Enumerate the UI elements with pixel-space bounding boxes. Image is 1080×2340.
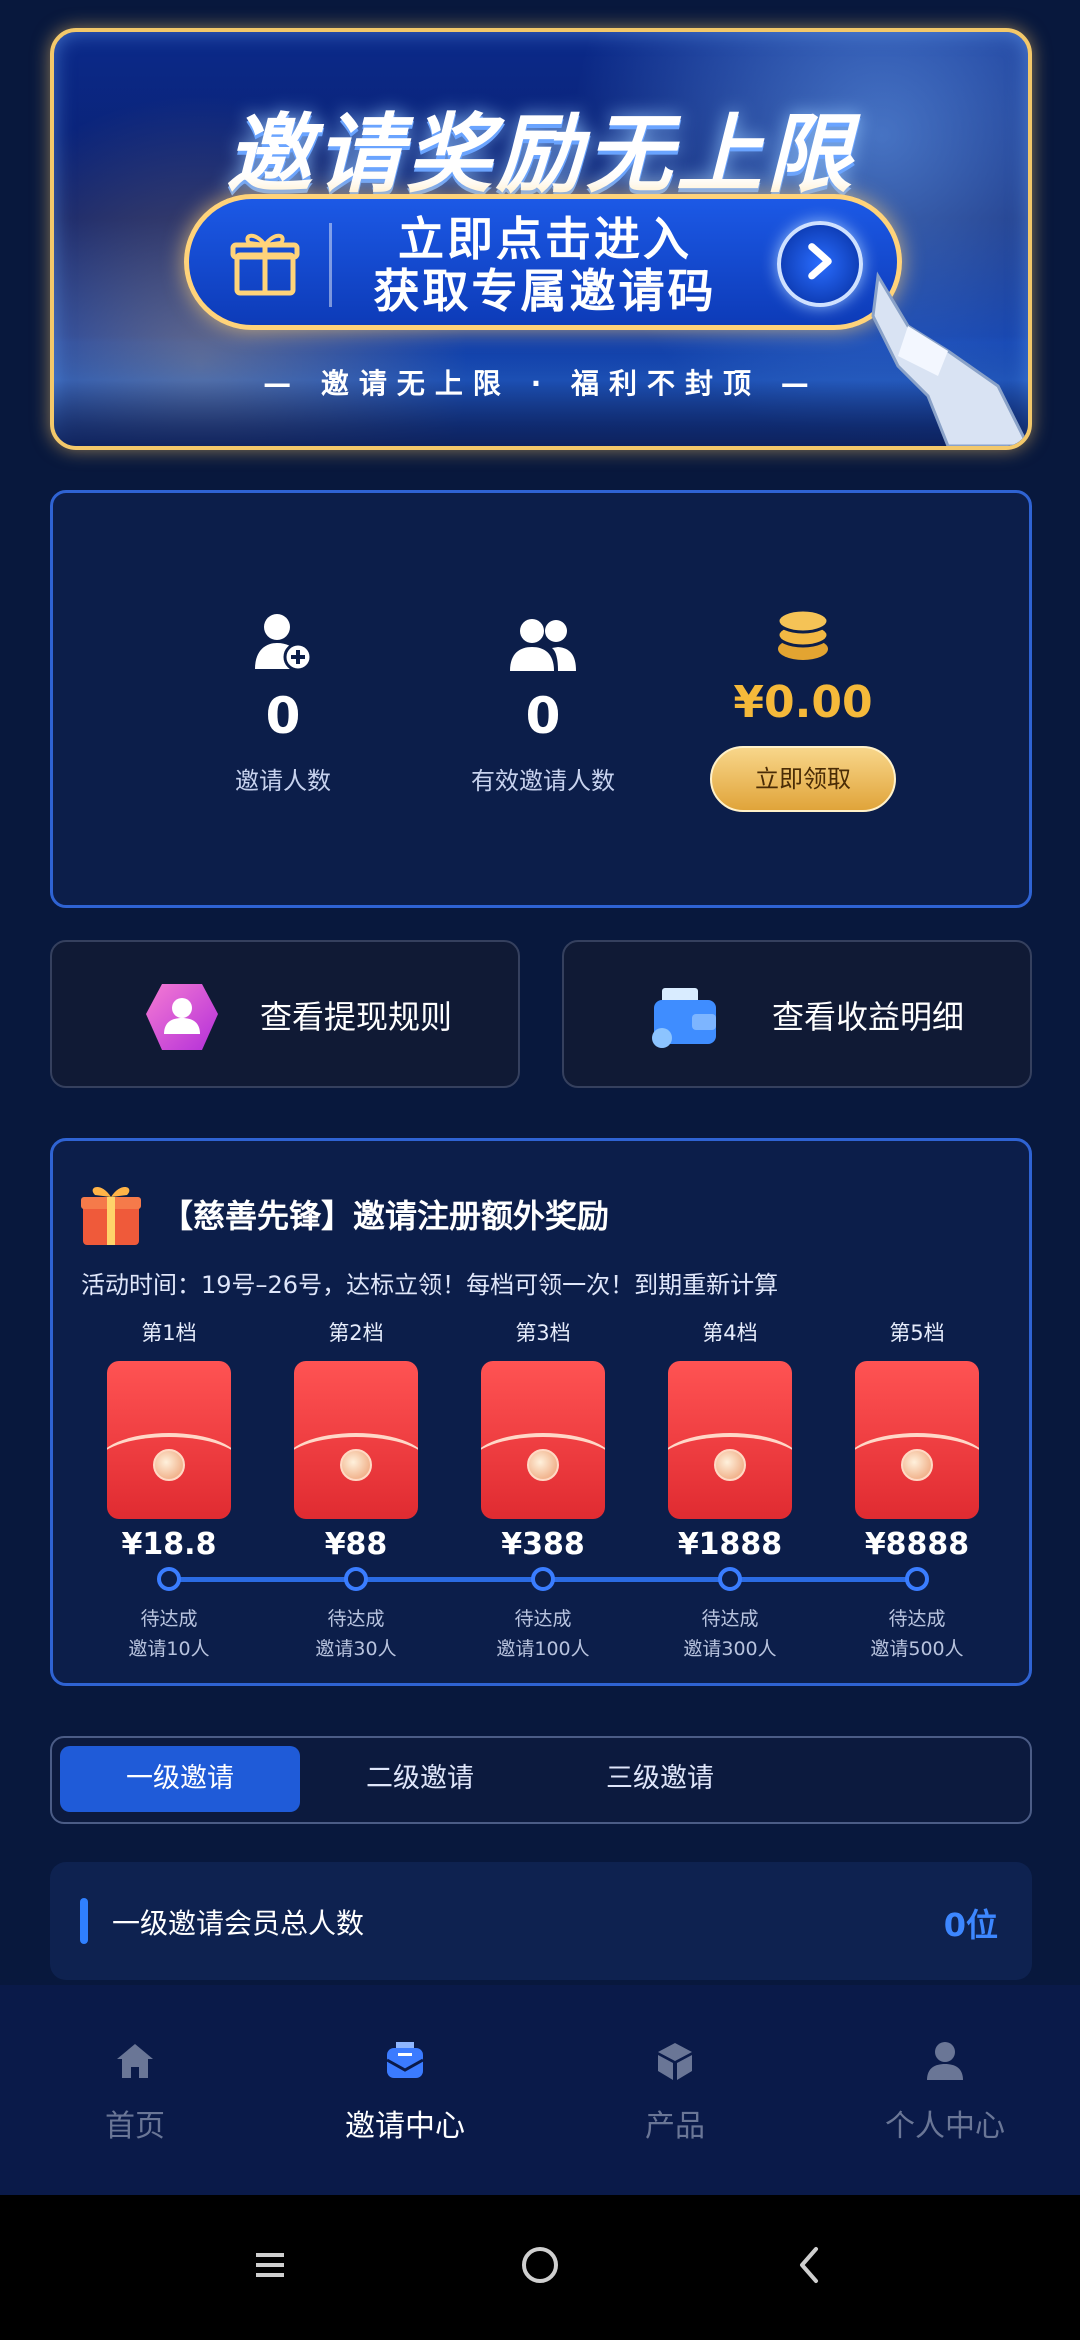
reward-tier-5[interactable]: 第5档 ¥8888 待达成 邀请500人 xyxy=(847,1317,987,1664)
valid-invites-label: 有效邀请人数 xyxy=(471,767,615,795)
valid-invites-count: 0 xyxy=(525,687,561,745)
red-envelope-icon xyxy=(481,1361,605,1519)
invites-count: 0 xyxy=(265,687,301,745)
red-envelope-icon xyxy=(294,1361,418,1519)
tier-label: 第5档 xyxy=(889,1321,945,1345)
tier-label: 第2档 xyxy=(328,1321,384,1345)
tier-requirement: 邀请300人 xyxy=(683,1638,777,1660)
pill-divider xyxy=(329,223,332,307)
tier-requirement: 邀请10人 xyxy=(128,1638,210,1660)
pill-text: 立即点击进入 获取专属邀请码 xyxy=(365,213,725,317)
bonus-reward-card: 【慈善先锋】邀请注册额外奖励 活动时间：19号–26号，达标立领！每档可领一次！… xyxy=(50,1138,1032,1686)
home-icon xyxy=(117,2044,153,2078)
tier-status: 待达成 xyxy=(514,1608,572,1630)
tier-requirement: 邀请30人 xyxy=(315,1638,397,1660)
withdraw-rules-button[interactable]: 查看提现规则 xyxy=(50,940,520,1088)
invite-banner[interactable]: 邀请奖励无上限 立即点击进入 获取专属邀请码 — 邀请无上限 · 福利不封顶 — xyxy=(50,28,1032,450)
users-icon xyxy=(510,619,576,671)
tier-status: 待达成 xyxy=(701,1608,759,1630)
cta-line-2: 获取专属邀请码 xyxy=(373,264,717,318)
red-envelope-icon xyxy=(107,1361,231,1519)
tier-requirement: 邀请500人 xyxy=(870,1638,964,1660)
menu-icon[interactable] xyxy=(240,2235,300,2295)
nav-products[interactable]: 产品 xyxy=(540,2035,810,2145)
tier-status: 待达成 xyxy=(888,1608,946,1630)
reward-title: 【慈善先锋】邀请注册额外奖励 xyxy=(161,1197,610,1235)
tier-amount: ¥8888 xyxy=(864,1527,970,1562)
tier-label: 第3档 xyxy=(515,1321,571,1345)
rules-badge-icon xyxy=(146,984,218,1050)
nav-profile-label: 个人中心 xyxy=(885,2109,1005,2144)
nav-invite-label: 邀请中心 xyxy=(345,2109,465,2144)
box-icon xyxy=(658,2043,692,2080)
earnings-amount: ¥0.00 xyxy=(733,677,873,728)
tier-amount: ¥88 xyxy=(324,1527,388,1562)
tier-label: 第4档 xyxy=(702,1321,758,1345)
earnings-detail-label: 查看收益明细 xyxy=(772,998,965,1036)
member-total-label: 一级邀请会员总人数 xyxy=(112,1907,365,1940)
tier-status: 待达成 xyxy=(140,1608,198,1630)
cta-line-1: 立即点击进入 xyxy=(398,212,692,266)
member-total-count: 0位 xyxy=(943,1906,998,1944)
home-circle-icon[interactable] xyxy=(510,2235,570,2295)
nav-home[interactable]: 首页 xyxy=(0,2035,270,2145)
member-total-row: 一级邀请会员总人数 0位 xyxy=(50,1862,1032,1980)
invite-stats-card: 0 邀请人数 0 有效邀请人数 ¥0.00 立即领取 xyxy=(50,490,1032,908)
tier-requirement: 邀请100人 xyxy=(496,1638,590,1660)
invite-level-tabs: 一级邀请 二级邀请 三级邀请 xyxy=(50,1736,1032,1824)
wallet-icon xyxy=(652,988,716,1048)
withdraw-rules-label: 查看提现规则 xyxy=(260,998,453,1036)
banner-title: 邀请奖励无上限 xyxy=(226,105,856,205)
nav-profile[interactable]: 个人中心 xyxy=(810,2035,1080,2145)
tier-amount: ¥18.8 xyxy=(121,1527,217,1562)
tab-level-2[interactable]: 二级邀请 xyxy=(300,1746,540,1812)
system-navigation-bar xyxy=(0,2195,1080,2340)
tier-amount: ¥388 xyxy=(501,1527,585,1562)
profile-icon xyxy=(927,2042,963,2080)
tier-status: 待达成 xyxy=(327,1608,385,1630)
tab-level-3[interactable]: 三级邀请 xyxy=(540,1746,780,1812)
red-envelope-icon xyxy=(855,1361,979,1519)
nav-products-label: 产品 xyxy=(645,2109,705,2144)
get-invite-code-button[interactable]: 立即点击进入 获取专属邀请码 xyxy=(184,194,902,330)
stat-valid-invites: 0 有效邀请人数 xyxy=(393,603,693,796)
earnings-detail-button[interactable]: 查看收益明细 xyxy=(562,940,1032,1088)
reward-tier-2[interactable]: 第2档 ¥88 待达成 邀请30人 xyxy=(286,1317,426,1664)
claim-now-button[interactable]: 立即领取 xyxy=(710,746,896,812)
red-envelope-icon xyxy=(668,1361,792,1519)
robot-hand-icon xyxy=(871,271,1028,446)
invites-label: 邀请人数 xyxy=(235,767,331,795)
gift-icon xyxy=(230,233,300,296)
reward-time: 活动时间：19号–26号，达标立领！每档可领一次！到期重新计算 xyxy=(81,1271,779,1299)
bottom-navigation: 首页 邀请中心 产品 个人中心 xyxy=(0,1985,1080,2195)
stat-invites: 0 邀请人数 xyxy=(133,603,433,796)
reward-tier-4[interactable]: 第4档 ¥1888 待达成 邀请300人 xyxy=(660,1317,800,1664)
back-icon[interactable] xyxy=(780,2235,840,2295)
tier-label: 第1档 xyxy=(141,1321,197,1345)
nav-invite-center[interactable]: 邀请中心 xyxy=(270,2035,540,2145)
gift-box-icon xyxy=(81,1186,141,1245)
accent-bar xyxy=(80,1898,88,1944)
tier-amount: ¥1888 xyxy=(677,1527,783,1562)
reward-tier-3[interactable]: 第3档 ¥388 待达成 邀请100人 xyxy=(473,1317,613,1664)
stat-earnings: ¥0.00 立即领取 xyxy=(653,593,953,812)
reward-tier-1[interactable]: 第1档 ¥18.8 待达成 邀请10人 xyxy=(99,1317,239,1664)
user-add-icon xyxy=(255,614,313,672)
tab-level-1[interactable]: 一级邀请 xyxy=(60,1746,300,1812)
invite-icon xyxy=(386,2042,424,2078)
coins-icon xyxy=(776,608,830,660)
nav-home-label: 首页 xyxy=(105,2109,165,2144)
